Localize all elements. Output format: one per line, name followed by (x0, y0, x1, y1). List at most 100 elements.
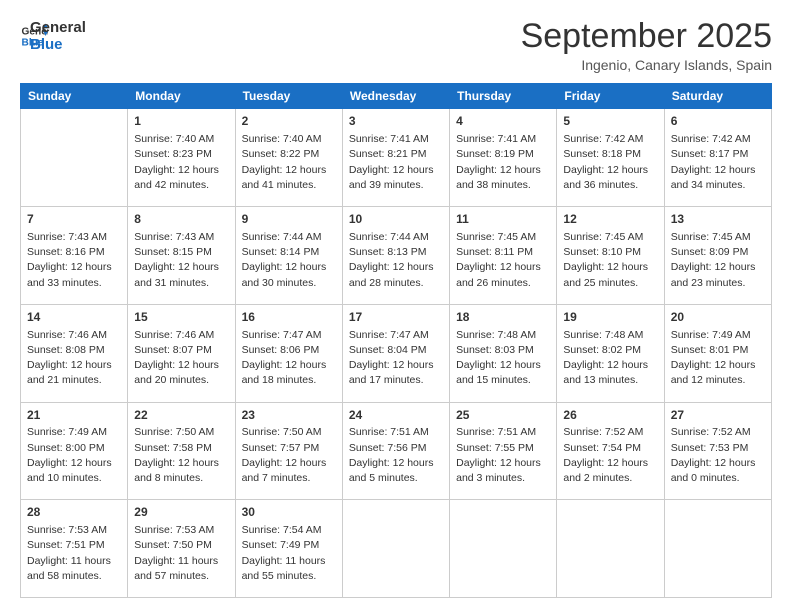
day-number: 29 (134, 504, 228, 521)
day-info: Sunrise: 7:45 AM Sunset: 8:11 PM Dayligh… (456, 230, 550, 291)
day-info: Sunrise: 7:49 AM Sunset: 8:01 PM Dayligh… (671, 328, 765, 389)
calendar-cell: 30Sunrise: 7:54 AM Sunset: 7:49 PM Dayli… (235, 500, 342, 598)
day-info: Sunrise: 7:45 AM Sunset: 8:09 PM Dayligh… (671, 230, 765, 291)
calendar-cell: 19 Sunrise: 7:48 AM Sunset: 8:02 PM Dayli… (557, 304, 664, 402)
calendar-cell: 15 Sunrise: 7:46 AM Sunset: 8:07 PM Dayli… (128, 304, 235, 402)
day-number: 25 (456, 407, 550, 424)
day-info: Sunrise: 7:41 AM Sunset: 8:19 PM Dayligh… (456, 132, 550, 193)
day-number: 12 (563, 211, 657, 228)
day-info: Sunrise: 7:49 AM Sunset: 8:00 PM Dayligh… (27, 425, 121, 486)
logo-blue: Blue (30, 37, 86, 54)
day-number: 21 (27, 407, 121, 424)
day-info: Sunrise: 7:46 AM Sunset: 8:07 PM Dayligh… (134, 328, 228, 389)
calendar-cell: 10Sunrise: 7:44 AM Sunset: 8:13 PM Dayli… (342, 207, 449, 305)
day-info: Sunrise: 7:44 AM Sunset: 8:13 PM Dayligh… (349, 230, 443, 291)
calendar-cell: 24Sunrise: 7:51 AM Sunset: 7:56 PM Dayli… (342, 402, 449, 500)
month-title: September 2025 (521, 18, 772, 55)
calendar-cell: 29 Sunrise: 7:53 AM Sunset: 7:50 PM Dayli… (128, 500, 235, 598)
calendar-cell (21, 109, 128, 207)
calendar-header-row: SundayMondayTuesdayWednesdayThursdayFrid… (21, 84, 772, 109)
day-info: Sunrise: 7:41 AM Sunset: 8:21 PM Dayligh… (349, 132, 443, 193)
weekday-header-saturday: Saturday (664, 84, 771, 109)
day-number: 5 (563, 113, 657, 130)
calendar-table: SundayMondayTuesdayWednesdayThursdayFrid… (20, 83, 772, 598)
day-number: 9 (242, 211, 336, 228)
calendar-cell (557, 500, 664, 598)
day-info: Sunrise: 7:45 AM Sunset: 8:10 PM Dayligh… (563, 230, 657, 291)
day-number: 23 (242, 407, 336, 424)
day-number: 19 (563, 309, 657, 326)
header: General Blue General Blue September 2025… (20, 18, 772, 73)
calendar-cell (342, 500, 449, 598)
day-number: 1 (134, 113, 228, 130)
calendar-cell: 13 Sunrise: 7:45 AM Sunset: 8:09 PM Dayli… (664, 207, 771, 305)
day-info: Sunrise: 7:42 AM Sunset: 8:18 PM Dayligh… (563, 132, 657, 193)
calendar-cell: 6Sunrise: 7:42 AM Sunset: 8:17 PM Daylig… (664, 109, 771, 207)
calendar-cell: 25Sunrise: 7:51 AM Sunset: 7:55 PM Dayli… (450, 402, 557, 500)
day-info: Sunrise: 7:42 AM Sunset: 8:17 PM Dayligh… (671, 132, 765, 193)
calendar-cell: 11 Sunrise: 7:45 AM Sunset: 8:11 PM Dayli… (450, 207, 557, 305)
day-number: 28 (27, 504, 121, 521)
day-number: 2 (242, 113, 336, 130)
day-number: 7 (27, 211, 121, 228)
calendar-cell: 27Sunrise: 7:52 AM Sunset: 7:53 PM Dayli… (664, 402, 771, 500)
day-info: Sunrise: 7:43 AM Sunset: 8:16 PM Dayligh… (27, 230, 121, 291)
weekday-header-wednesday: Wednesday (342, 84, 449, 109)
day-info: Sunrise: 7:52 AM Sunset: 7:53 PM Dayligh… (671, 425, 765, 486)
calendar-cell: 9Sunrise: 7:44 AM Sunset: 8:14 PM Daylig… (235, 207, 342, 305)
day-number: 16 (242, 309, 336, 326)
calendar-week-4: 21Sunrise: 7:49 AM Sunset: 8:00 PM Dayli… (21, 402, 772, 500)
day-number: 15 (134, 309, 228, 326)
day-info: Sunrise: 7:40 AM Sunset: 8:22 PM Dayligh… (242, 132, 336, 193)
calendar-cell: 2 Sunrise: 7:40 AM Sunset: 8:22 PM Daylig… (235, 109, 342, 207)
day-info: Sunrise: 7:51 AM Sunset: 7:55 PM Dayligh… (456, 425, 550, 486)
weekday-header-monday: Monday (128, 84, 235, 109)
day-info: Sunrise: 7:47 AM Sunset: 8:04 PM Dayligh… (349, 328, 443, 389)
day-info: Sunrise: 7:48 AM Sunset: 8:03 PM Dayligh… (456, 328, 550, 389)
day-number: 13 (671, 211, 765, 228)
day-number: 20 (671, 309, 765, 326)
day-info: Sunrise: 7:43 AM Sunset: 8:15 PM Dayligh… (134, 230, 228, 291)
calendar-cell: 12 Sunrise: 7:45 AM Sunset: 8:10 PM Dayli… (557, 207, 664, 305)
day-number: 14 (27, 309, 121, 326)
calendar-cell (450, 500, 557, 598)
logo: General Blue General Blue (20, 18, 86, 53)
calendar-cell (664, 500, 771, 598)
calendar-cell: 22Sunrise: 7:50 AM Sunset: 7:58 PM Dayli… (128, 402, 235, 500)
logo-general: General (30, 20, 86, 37)
day-number: 26 (563, 407, 657, 424)
day-info: Sunrise: 7:47 AM Sunset: 8:06 PM Dayligh… (242, 328, 336, 389)
day-number: 4 (456, 113, 550, 130)
day-info: Sunrise: 7:48 AM Sunset: 8:02 PM Dayligh… (563, 328, 657, 389)
title-block: September 2025 Ingenio, Canary Islands, … (521, 18, 772, 73)
calendar-cell: 17 Sunrise: 7:47 AM Sunset: 8:04 PM Dayli… (342, 304, 449, 402)
calendar-cell: 8 Sunrise: 7:43 AM Sunset: 8:15 PM Daylig… (128, 207, 235, 305)
calendar-week-5: 28 Sunrise: 7:53 AM Sunset: 7:51 PM Dayli… (21, 500, 772, 598)
calendar-cell: 21Sunrise: 7:49 AM Sunset: 8:00 PM Dayli… (21, 402, 128, 500)
calendar-cell: 23Sunrise: 7:50 AM Sunset: 7:57 PM Dayli… (235, 402, 342, 500)
calendar-week-2: 7 Sunrise: 7:43 AM Sunset: 8:16 PM Daylig… (21, 207, 772, 305)
day-number: 17 (349, 309, 443, 326)
day-number: 8 (134, 211, 228, 228)
day-number: 22 (134, 407, 228, 424)
weekday-header-tuesday: Tuesday (235, 84, 342, 109)
weekday-header-sunday: Sunday (21, 84, 128, 109)
day-info: Sunrise: 7:51 AM Sunset: 7:56 PM Dayligh… (349, 425, 443, 486)
day-number: 11 (456, 211, 550, 228)
day-info: Sunrise: 7:52 AM Sunset: 7:54 PM Dayligh… (563, 425, 657, 486)
day-info: Sunrise: 7:53 AM Sunset: 7:51 PM Dayligh… (27, 523, 121, 584)
calendar-cell: 4 Sunrise: 7:41 AM Sunset: 8:19 PM Daylig… (450, 109, 557, 207)
day-info: Sunrise: 7:53 AM Sunset: 7:50 PM Dayligh… (134, 523, 228, 584)
day-number: 27 (671, 407, 765, 424)
location-subtitle: Ingenio, Canary Islands, Spain (521, 57, 772, 73)
day-number: 3 (349, 113, 443, 130)
day-info: Sunrise: 7:50 AM Sunset: 7:58 PM Dayligh… (134, 425, 228, 486)
day-info: Sunrise: 7:50 AM Sunset: 7:57 PM Dayligh… (242, 425, 336, 486)
day-number: 24 (349, 407, 443, 424)
calendar-cell: 20 Sunrise: 7:49 AM Sunset: 8:01 PM Dayli… (664, 304, 771, 402)
weekday-header-friday: Friday (557, 84, 664, 109)
page: General Blue General Blue September 2025… (0, 0, 792, 612)
calendar-cell: 16 Sunrise: 7:47 AM Sunset: 8:06 PM Dayli… (235, 304, 342, 402)
calendar-cell: 28 Sunrise: 7:53 AM Sunset: 7:51 PM Dayli… (21, 500, 128, 598)
calendar-cell: 26Sunrise: 7:52 AM Sunset: 7:54 PM Dayli… (557, 402, 664, 500)
